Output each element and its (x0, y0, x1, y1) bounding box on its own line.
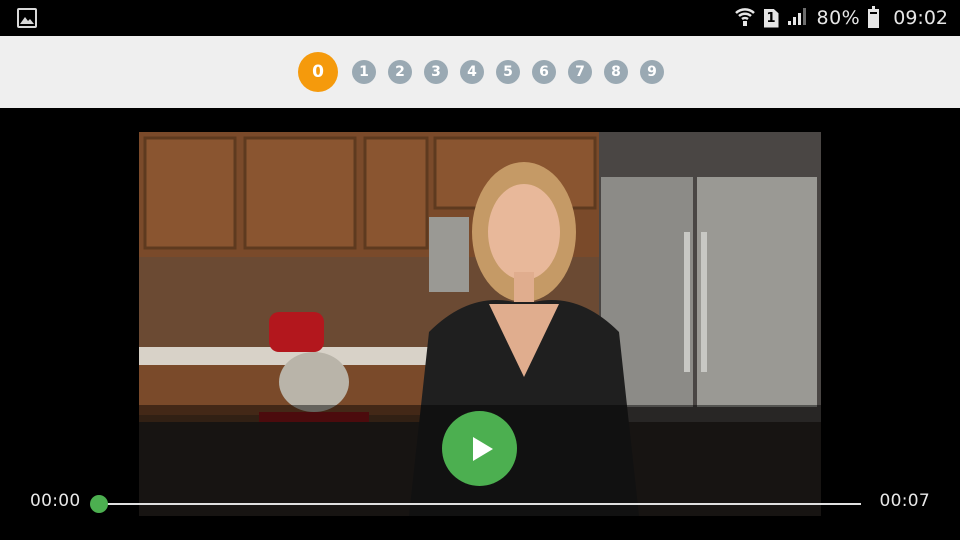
step-4-button[interactable]: 4 (460, 60, 484, 84)
step-8-button[interactable]: 8 (604, 60, 628, 84)
step-0-button[interactable]: 0 (298, 52, 338, 92)
step-5-button[interactable]: 5 (496, 60, 520, 84)
wifi-icon (734, 5, 756, 31)
video-player: 00:00 00:07 (0, 108, 960, 540)
current-time: 00:00 (30, 491, 81, 511)
battery-icon (868, 5, 880, 28)
sim-icon: 1 (763, 8, 779, 28)
step-2-button[interactable]: 2 (388, 60, 412, 84)
duration: 00:07 (879, 491, 930, 511)
step-9-button[interactable]: 9 (640, 60, 664, 84)
gallery-icon (17, 8, 37, 28)
step-1-button[interactable]: 1 (352, 60, 376, 84)
step-3-button[interactable]: 3 (424, 60, 448, 84)
signal-icon (787, 6, 809, 30)
step-7-button[interactable]: 7 (568, 60, 592, 84)
battery-level: 80% (816, 7, 861, 29)
seek-thumb[interactable] (90, 495, 108, 513)
play-button[interactable] (442, 411, 517, 486)
seek-bar[interactable] (90, 495, 861, 513)
clock: 09:02 (893, 7, 948, 29)
step-6-button[interactable]: 6 (532, 60, 556, 84)
play-icon (472, 436, 493, 461)
step-pager: 0123456789 (0, 36, 960, 108)
status-bar: 1 80% 09:02 (0, 0, 960, 36)
